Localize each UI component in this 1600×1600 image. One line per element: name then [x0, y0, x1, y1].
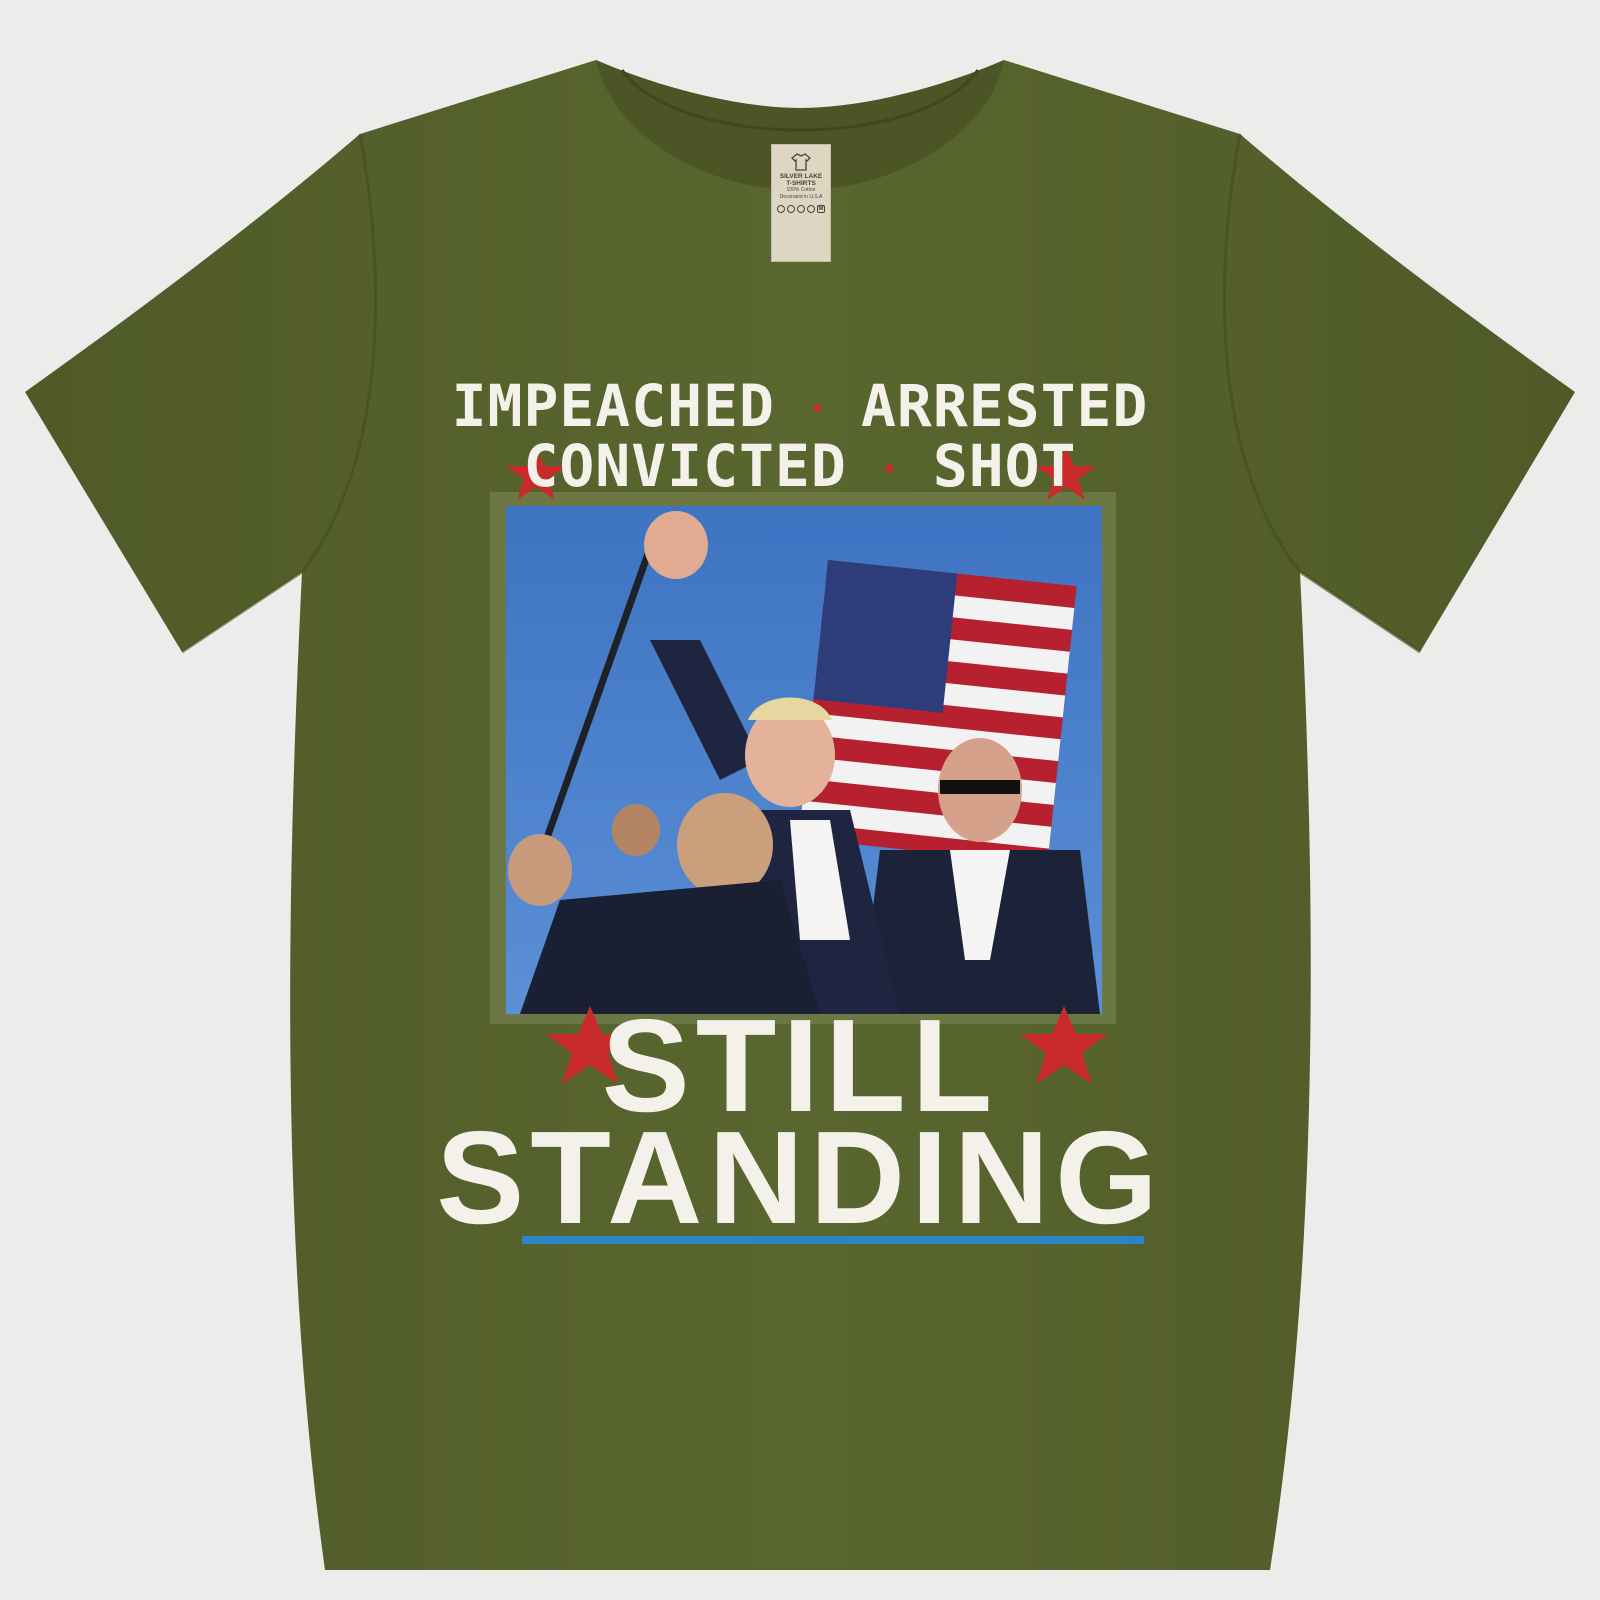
word-shot: SHOT: [932, 432, 1077, 500]
label-size: M: [817, 205, 825, 213]
label-origin: Decorated in U.S.A: [779, 194, 823, 200]
print-line-1: IMPEACHED • ARRESTED: [440, 372, 1160, 440]
care-icon: [797, 205, 805, 213]
word-arrested: ARRESTED: [861, 372, 1149, 440]
care-icon: [787, 205, 795, 213]
care-icons: M: [772, 205, 830, 213]
print-line-2: CONVICTED • SHOT: [440, 432, 1160, 500]
word-impeached: IMPEACHED: [451, 372, 775, 440]
product-photo: SILVER LAKE T-SHIRTS 100% Cotton Decorat…: [0, 0, 1600, 1600]
blue-underline: [522, 1236, 1144, 1244]
tshirt-icon: [791, 153, 811, 171]
label-brand-sub: T-SHIRTS: [786, 180, 816, 187]
label-material: 100% Cotton: [786, 187, 816, 193]
care-icon: [777, 205, 785, 213]
separator-dot: •: [810, 397, 826, 423]
neck-label: SILVER LAKE T-SHIRTS 100% Cotton Decorat…: [771, 144, 831, 262]
headline-standing: STANDING: [436, 1104, 1164, 1251]
word-convicted: CONVICTED: [523, 432, 847, 500]
label-brand: SILVER LAKE: [779, 173, 823, 180]
separator-dot: •: [882, 457, 897, 483]
care-icon: [807, 205, 815, 213]
